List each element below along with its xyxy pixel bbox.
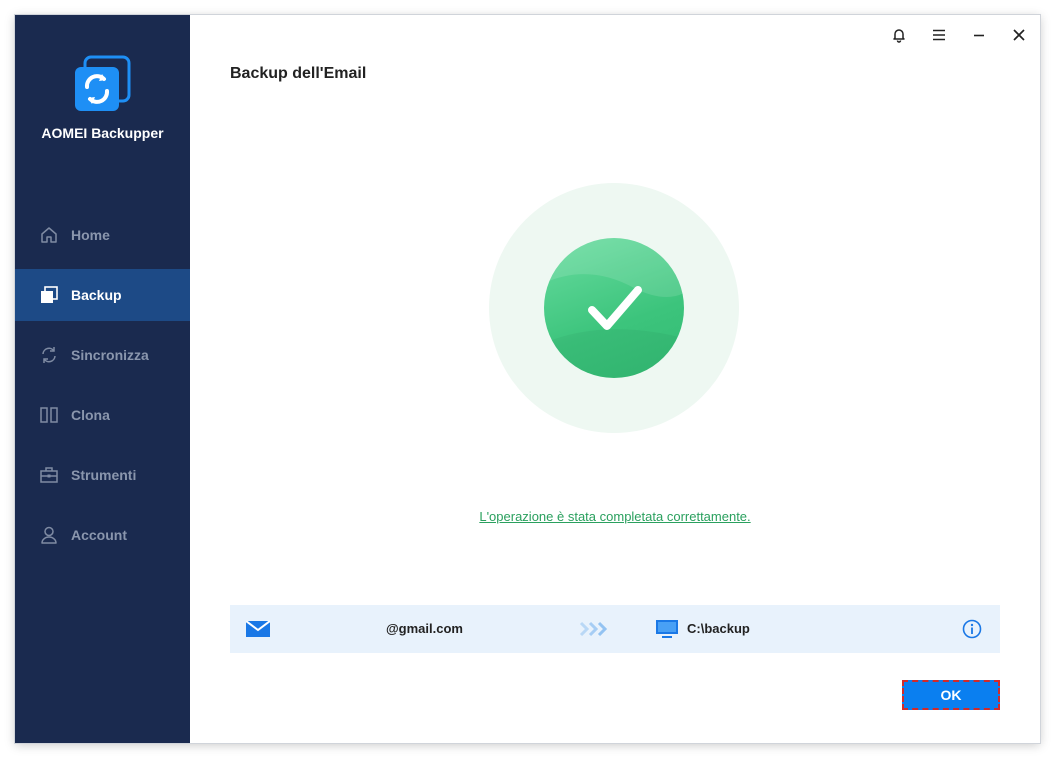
sidebar-item-account[interactable]: Account: [15, 509, 190, 561]
info-icon[interactable]: [962, 619, 982, 639]
sidebar-item-label: Clona: [71, 407, 110, 423]
arrows-right-icon: [579, 621, 609, 637]
success-check-icon: [544, 238, 684, 378]
minimize-icon[interactable]: [969, 25, 989, 45]
sidebar-item-label: Backup: [71, 287, 122, 303]
page-title: Backup dell'Email: [230, 65, 367, 82]
home-icon: [39, 225, 59, 245]
backup-summary-row: @gmail.com C:\backup: [230, 605, 1000, 653]
close-icon[interactable]: [1009, 25, 1029, 45]
sidebar-item-label: Sincronizza: [71, 347, 149, 363]
sidebar-item-clone[interactable]: Clona: [15, 389, 190, 441]
main-panel: Backup dell'Email L'operazione è stata c…: [190, 15, 1040, 743]
menu-icon[interactable]: [929, 25, 949, 45]
clone-icon: [39, 405, 59, 425]
app-logo-icon: [73, 55, 131, 113]
backup-destination: C:\backup: [687, 621, 750, 636]
sidebar-item-home[interactable]: Home: [15, 209, 190, 261]
backup-source: @gmail.com: [386, 621, 463, 636]
app-name: AOMEI Backupper: [41, 125, 164, 141]
sidebar-item-label: Home: [71, 227, 110, 243]
toolbox-icon: [39, 465, 59, 485]
sync-icon: [39, 345, 59, 365]
sidebar-item-label: Strumenti: [71, 467, 137, 483]
sidebar-nav: Home Backup Sincronizza Clona Strumenti …: [15, 209, 190, 569]
email-icon: [246, 621, 270, 637]
ok-button[interactable]: OK: [902, 680, 1000, 710]
app-window: AOMEI Backupper Home Backup Sincronizza: [15, 15, 1040, 743]
status-message-link[interactable]: L'operazione è stata completata corretta…: [190, 509, 1040, 524]
sidebar: AOMEI Backupper Home Backup Sincronizza: [15, 15, 190, 743]
user-icon: [39, 525, 59, 545]
computer-icon: [655, 619, 679, 639]
sidebar-item-label: Account: [71, 527, 127, 543]
backup-icon: [39, 285, 59, 305]
sidebar-item-backup[interactable]: Backup: [15, 269, 190, 321]
bell-icon[interactable]: [889, 25, 909, 45]
sidebar-item-sync[interactable]: Sincronizza: [15, 329, 190, 381]
sidebar-item-tools[interactable]: Strumenti: [15, 449, 190, 501]
success-indicator: [489, 183, 739, 433]
